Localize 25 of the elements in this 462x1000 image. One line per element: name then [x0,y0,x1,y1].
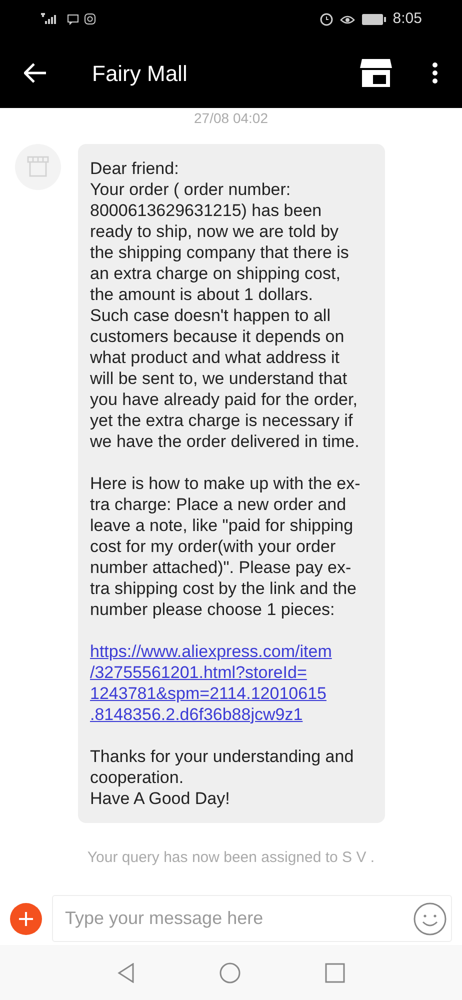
emoji-icon[interactable] [413,902,447,936]
system-note: Your query has now been assigned to S V . [87,848,375,868]
product-link[interactable]: https://www.aliexpress.com/item /32755561201.html?storeId= 1243781&spm=2114.12010615 .8148356.2.d6f36b88jcw9z1 [90,641,381,725]
message-timestamp: 27/08 04:02 [194,109,268,128]
message-paragraph: Here is how to make up with the ex- tra charge: Place a new order and leave a note, like "paid for shipping cost for my order(with your order number attached)". Please pay ex- tra shipping cost by the link and the number please choose 1 pieces: [90,473,362,620]
back-nav-icon[interactable] [117,962,135,982]
message-field[interactable]: Type your message here [52,895,452,942]
home-nav-icon[interactable] [219,962,241,984]
eye-icon [340,13,355,25]
back-icon[interactable] [24,63,47,83]
shop-title: Fairy Mall [92,60,188,88]
message-input[interactable]: Type your message here [65,905,413,932]
message-paragraph: Thanks for your understanding and cooperation. Have A Good Day! [90,746,355,809]
message-paragraph: Dear friend: Your order ( order number: 8000613629631215) has been ready to ship, now we are told by the shipping company that there is an extra charge on shipping cost, the amount is about 1 dollars. Such case doesn't happen to all customers because it depends on what product and what address it will be sent to, we understand that you have already paid for the order, yet the extra charge is necessary if we have the order delivered in time. [90,158,360,452]
clock-icon [320,12,333,26]
camera-icon [84,13,96,25]
battery-icon [362,14,386,24]
recents-nav-icon[interactable] [325,962,345,982]
more-icon[interactable] [432,62,438,84]
plus-icon [18,910,34,926]
store-icon [26,155,50,179]
store-icon[interactable] [360,59,392,87]
status-time: 8:05 [392,8,422,29]
message-icon [67,14,79,24]
add-button[interactable] [10,902,42,934]
